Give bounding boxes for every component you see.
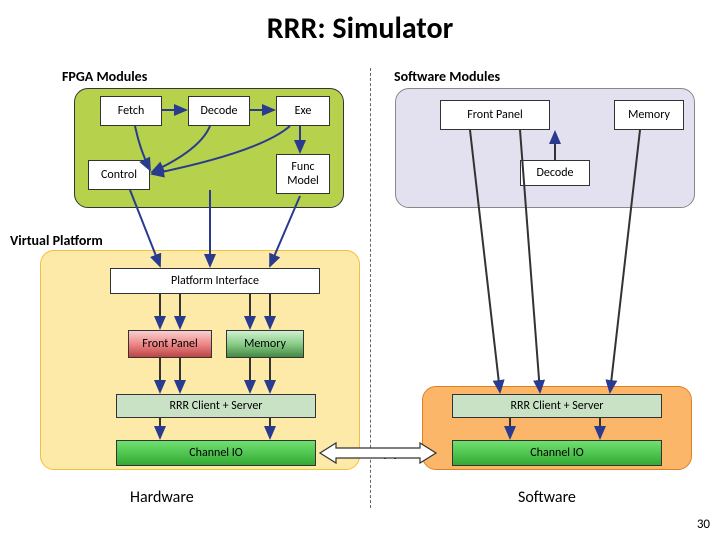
unix-pipe-label: UNIX pipe [340,446,420,461]
slide-number: 30 [697,517,710,532]
vp-memory-box: Memory [226,330,304,358]
platform-interface-box: Platform Interface [110,268,320,294]
fpga-modules-label: FPGA Modules [62,68,147,85]
virtual-platform-label: Virtual Platform [10,232,103,249]
sw-memory-box: Memory [614,100,684,130]
fetch-box: Fetch [100,96,162,126]
software-modules-label: Software Modules [394,68,500,85]
channel-io-left-box: Channel IO [116,440,316,466]
exe-box: Exe [276,96,330,126]
software-label: Software [518,488,576,507]
vp-front-panel-box: Front Panel [128,330,212,358]
rrr-right-box: RRR Client + Server [452,394,662,418]
sw-front-panel-box: Front Panel [440,100,550,130]
decode-box: Decode [188,96,250,126]
divider-line [370,68,371,508]
control-box: Control [88,160,150,190]
func-model-box: Func Model [276,154,330,194]
slide-title: RRR: Simulator [0,10,720,47]
sw-decode-box: Decode [520,160,590,186]
hardware-label: Hardware [130,488,194,507]
rrr-left-box: RRR Client + Server [116,394,316,418]
channel-io-right-box: Channel IO [452,440,662,466]
